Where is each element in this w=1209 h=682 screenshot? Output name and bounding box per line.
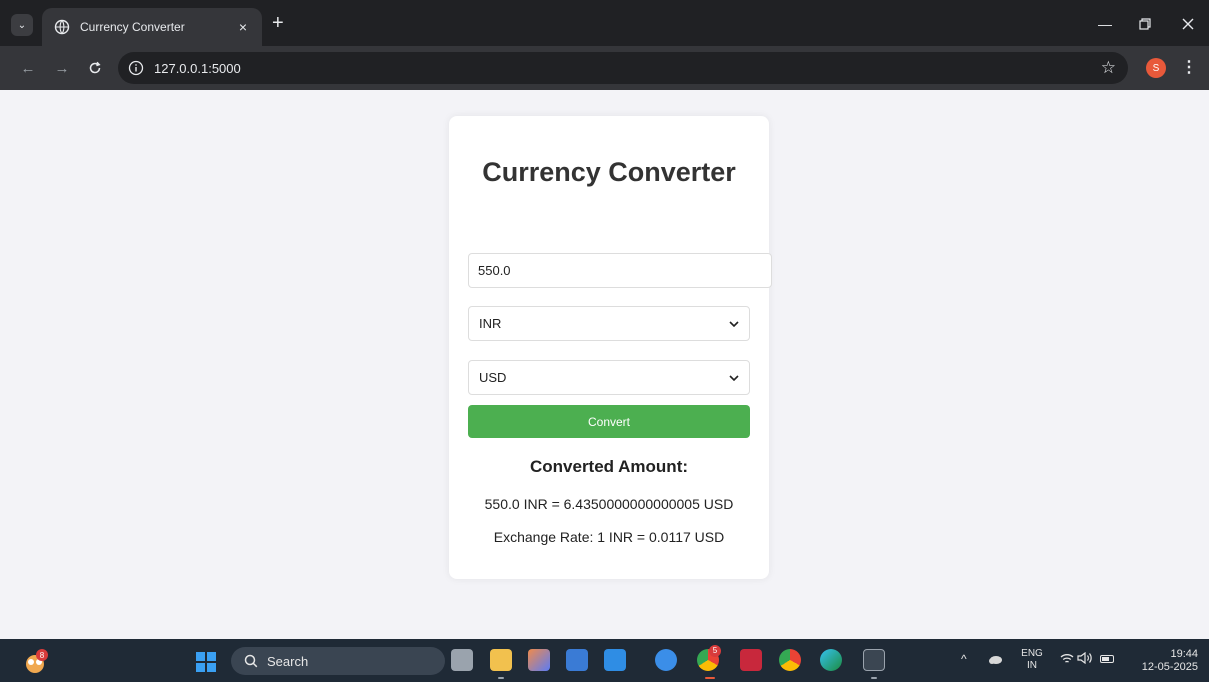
tab-close-icon[interactable]: ×	[232, 19, 254, 35]
amount-input[interactable]	[468, 253, 772, 288]
exchange-rate-text: Exchange Rate: 1 INR = 0.0117 USD	[493, 529, 725, 545]
reload-button[interactable]	[84, 57, 106, 79]
chevron-down-icon: ⌄	[17, 19, 27, 31]
windows-logo-icon	[196, 663, 205, 672]
widgets-button[interactable]: 8	[22, 647, 50, 675]
back-button[interactable]: ←	[17, 57, 39, 79]
windows-logo-icon	[207, 663, 216, 672]
file-explorer-icon[interactable]	[490, 649, 512, 671]
new-tab-button[interactable]: +	[272, 12, 284, 34]
from-currency-select[interactable]: INR	[468, 306, 750, 341]
profile-avatar[interactable]: S	[1146, 58, 1166, 78]
battery-level	[1102, 657, 1109, 661]
converter-card: Currency Converter INR USD Convert Conve…	[449, 116, 772, 579]
windows-logo-icon	[207, 652, 216, 661]
chrome-badge: 5	[709, 645, 721, 657]
back-arrow-icon: ←	[20, 59, 36, 77]
language-indicator[interactable]: ENG IN	[1018, 648, 1046, 672]
to-currency-value: USD	[479, 370, 507, 385]
show-hidden-icons-icon[interactable]: ^	[961, 652, 967, 666]
clock-time: 19:44	[1170, 648, 1198, 660]
page-title: Currency Converter	[482, 157, 736, 187]
windows-logo-icon	[196, 652, 205, 661]
address-bar[interactable]: 127.0.0.1:5000 ☆	[118, 52, 1128, 84]
chevron-down-icon	[729, 374, 743, 381]
copilot-icon[interactable]	[528, 649, 550, 671]
active-indicator	[705, 677, 715, 679]
browser-toolbar: ← → 127.0.0.1:5000 ☆ S ⋮	[0, 46, 1209, 90]
minimize-icon: —	[1098, 16, 1112, 32]
system-clock[interactable]: 19:44 12-05-2025	[1132, 648, 1198, 674]
widgets-badge: 8	[40, 651, 45, 660]
search-icon	[244, 654, 258, 668]
url-text: 127.0.0.1:5000	[154, 60, 241, 76]
mcafee-icon[interactable]	[740, 649, 762, 671]
converted-amount-text: 550.0 INR = 6.4350000000000005 USD	[484, 496, 734, 512]
tab-title: Currency Converter	[80, 20, 185, 34]
clock-date: 12-05-2025	[1141, 661, 1198, 673]
forward-button[interactable]: →	[51, 57, 73, 79]
site-info-icon[interactable]	[128, 60, 144, 76]
weather-widget-icon: 8	[26, 649, 48, 673]
forward-arrow-icon: →	[54, 59, 70, 77]
battery-icon[interactable]	[1100, 655, 1114, 663]
running-indicator	[498, 677, 504, 679]
tab-search-button[interactable]: ⌄	[11, 14, 33, 36]
minimize-button[interactable]: —	[1093, 12, 1117, 36]
browser-titlebar: ⌄ Currency Converter × + —	[0, 0, 1209, 46]
mahp-app-icon[interactable]	[604, 649, 626, 671]
bookmark-star-icon[interactable]: ☆	[1101, 58, 1116, 78]
task-view-icon[interactable]	[451, 649, 473, 671]
start-button[interactable]	[196, 652, 216, 672]
taskbar-search[interactable]: Search	[231, 647, 445, 675]
globe-icon	[54, 19, 70, 35]
search-placeholder: Search	[267, 653, 309, 669]
from-currency-value: INR	[479, 316, 502, 331]
microsoft-store-icon[interactable]	[566, 649, 588, 671]
windows-taskbar: 8 Search 5 ^ ENG IN 19:44 12-05-2025	[0, 639, 1209, 682]
reload-icon	[89, 61, 101, 74]
language-code: ENG	[1021, 648, 1043, 659]
terminal-icon[interactable]	[863, 649, 885, 671]
language-region: IN	[1027, 660, 1037, 671]
convert-button[interactable]: Convert	[468, 405, 750, 438]
browser-menu-icon[interactable]: ⋮	[1181, 57, 1197, 77]
onedrive-cloud-icon[interactable]	[987, 652, 1003, 666]
restore-button[interactable]	[1133, 12, 1157, 36]
to-currency-select[interactable]: USD	[468, 360, 750, 395]
volume-icon[interactable]	[1077, 651, 1093, 667]
chevron-down-icon	[729, 320, 743, 327]
help-app-icon[interactable]	[655, 649, 677, 671]
chrome-icon[interactable]	[779, 649, 801, 671]
browser-tab[interactable]: Currency Converter ×	[42, 8, 262, 46]
close-icon	[1182, 18, 1194, 30]
close-window-button[interactable]	[1176, 12, 1200, 36]
running-indicator	[871, 677, 877, 679]
wifi-icon[interactable]	[1060, 653, 1074, 668]
edge-icon[interactable]	[820, 649, 842, 671]
restore-icon	[1139, 18, 1151, 30]
result-heading: Converted Amount:	[529, 457, 689, 476]
chrome-profile-icon[interactable]: 5	[697, 645, 721, 671]
